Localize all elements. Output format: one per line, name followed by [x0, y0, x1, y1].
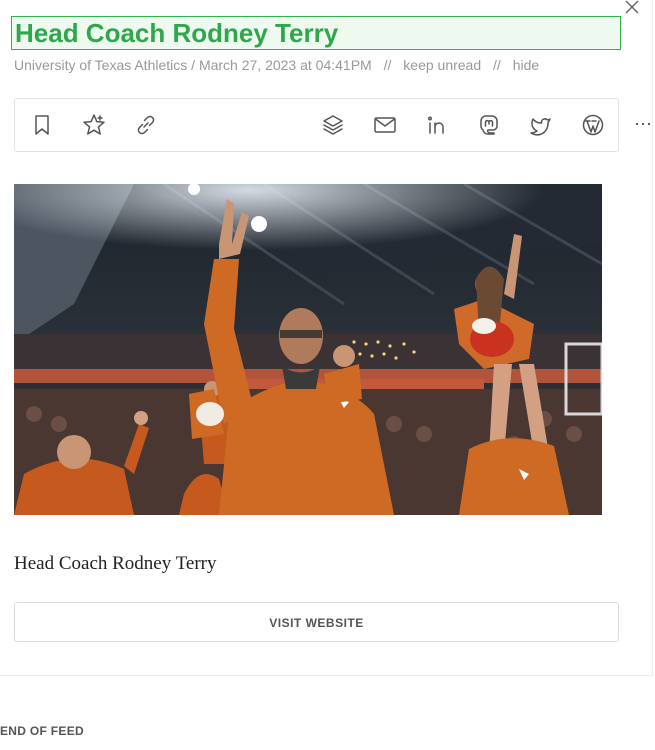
star-icon[interactable]: [81, 112, 107, 138]
keep-unread-link[interactable]: keep unread: [403, 57, 481, 73]
linkedin-icon[interactable]: [424, 112, 450, 138]
wordpress-icon[interactable]: [580, 112, 606, 138]
email-icon[interactable]: [372, 112, 398, 138]
article-title[interactable]: Head Coach Rodney Terry: [11, 16, 621, 50]
article-card: Head Coach Rodney Terry University of Te…: [0, 0, 653, 676]
article-image: [14, 184, 602, 515]
separator: //: [383, 57, 392, 73]
bookmark-icon[interactable]: [29, 112, 55, 138]
end-of-feed-label: END OF FEED: [0, 724, 84, 738]
visit-website-button[interactable]: VISIT WEBSITE: [14, 602, 619, 642]
article-meta: University of Texas Athletics / March 27…: [14, 57, 539, 73]
layers-icon[interactable]: [320, 112, 346, 138]
link-icon[interactable]: [133, 112, 159, 138]
twitter-icon[interactable]: [528, 112, 554, 138]
separator: //: [493, 57, 501, 73]
article-source: University of Texas Athletics: [14, 57, 188, 73]
hide-link[interactable]: hide: [513, 57, 539, 73]
mastodon-icon[interactable]: [476, 112, 502, 138]
article-caption: Head Coach Rodney Terry: [14, 553, 217, 574]
date-separator: /: [187, 57, 199, 73]
article-date: March 27, 2023 at 04:41PM: [198, 57, 372, 73]
close-icon[interactable]: [622, 0, 642, 17]
share-toolbar: [14, 98, 619, 152]
more-options-icon[interactable]: ⋯: [634, 112, 654, 136]
